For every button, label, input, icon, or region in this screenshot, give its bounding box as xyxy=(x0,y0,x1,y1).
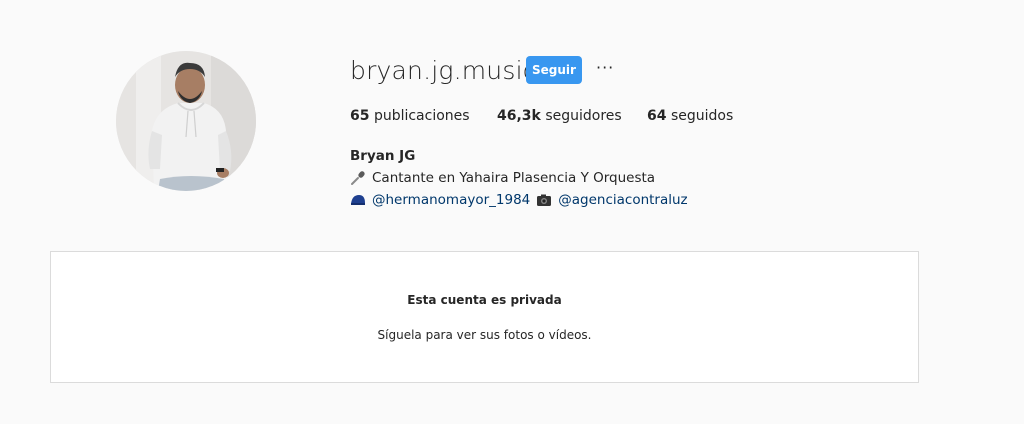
bio-line-2: @hermanomayor_1984 @agenciacontraluz xyxy=(350,189,688,211)
stat-followers[interactable]: 46,3k seguidores xyxy=(497,106,622,126)
bio-name: Bryan JG xyxy=(350,148,416,164)
mention-link-hermanomayor[interactable]: @hermanomayor_1984 xyxy=(372,189,530,211)
follow-button[interactable]: Seguir xyxy=(526,56,582,84)
profile-bio: Bryan JG Cantante en Yahaira Plasencia Y… xyxy=(350,145,688,211)
following-label: seguidos xyxy=(670,108,734,124)
profile-avatar[interactable] xyxy=(116,51,256,191)
posts-label: publicaciones xyxy=(373,108,470,124)
private-title: Esta cuenta es privada xyxy=(407,293,562,307)
cap-icon xyxy=(350,192,366,208)
following-count: 64 xyxy=(647,108,667,124)
private-subtitle: Síguela para ver sus fotos o vídeos. xyxy=(377,328,592,342)
private-account-notice: Esta cuenta es privada Síguela para ver … xyxy=(50,251,919,383)
stat-following[interactable]: 64 seguidos xyxy=(647,106,733,126)
posts-count: 65 xyxy=(350,108,370,124)
microphone-icon xyxy=(350,170,366,186)
followers-label: seguidores xyxy=(545,108,622,124)
mention-link-agenciacontraluz[interactable]: @agenciacontraluz xyxy=(558,189,687,211)
bio-occupation: Cantante en Yahaira Plasencia Y Orquesta xyxy=(372,170,656,186)
more-options-icon[interactable]: ··· xyxy=(596,58,614,78)
followers-count: 46,3k xyxy=(497,108,541,124)
profile-username: bryan.jg.music xyxy=(350,56,537,85)
camera-icon xyxy=(536,192,552,208)
bio-line-1: Cantante en Yahaira Plasencia Y Orquesta xyxy=(350,167,688,189)
stat-posts: 65 publicaciones xyxy=(350,106,470,126)
